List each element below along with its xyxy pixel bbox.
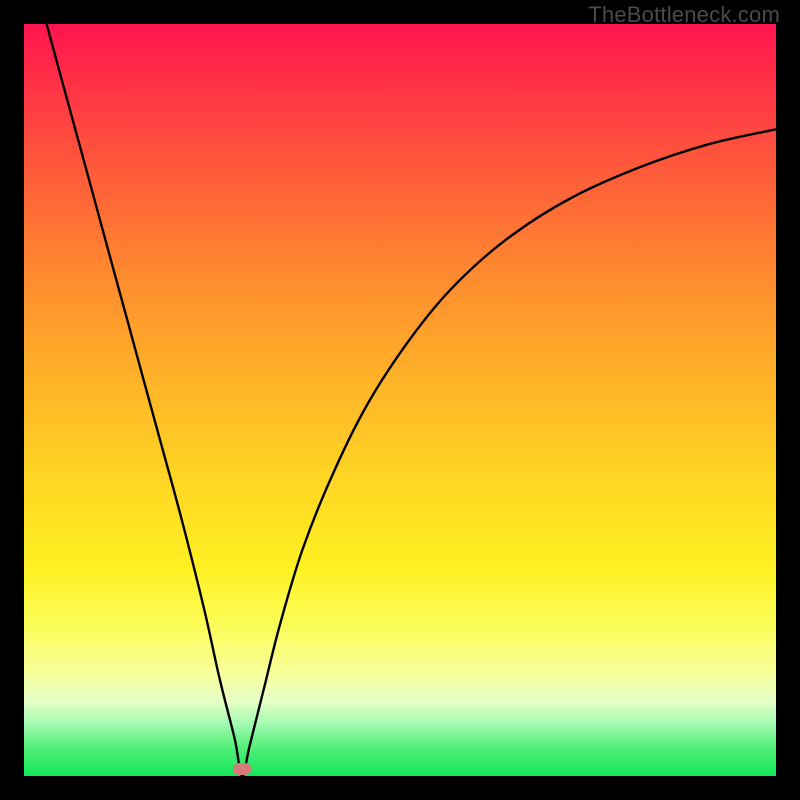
optimum-marker bbox=[233, 763, 251, 775]
curve-path bbox=[47, 24, 776, 776]
plot-area bbox=[24, 24, 776, 776]
chart-frame: TheBottleneck.com bbox=[0, 0, 800, 800]
watermark-text: TheBottleneck.com bbox=[588, 2, 780, 28]
bottleneck-curve bbox=[24, 24, 776, 776]
